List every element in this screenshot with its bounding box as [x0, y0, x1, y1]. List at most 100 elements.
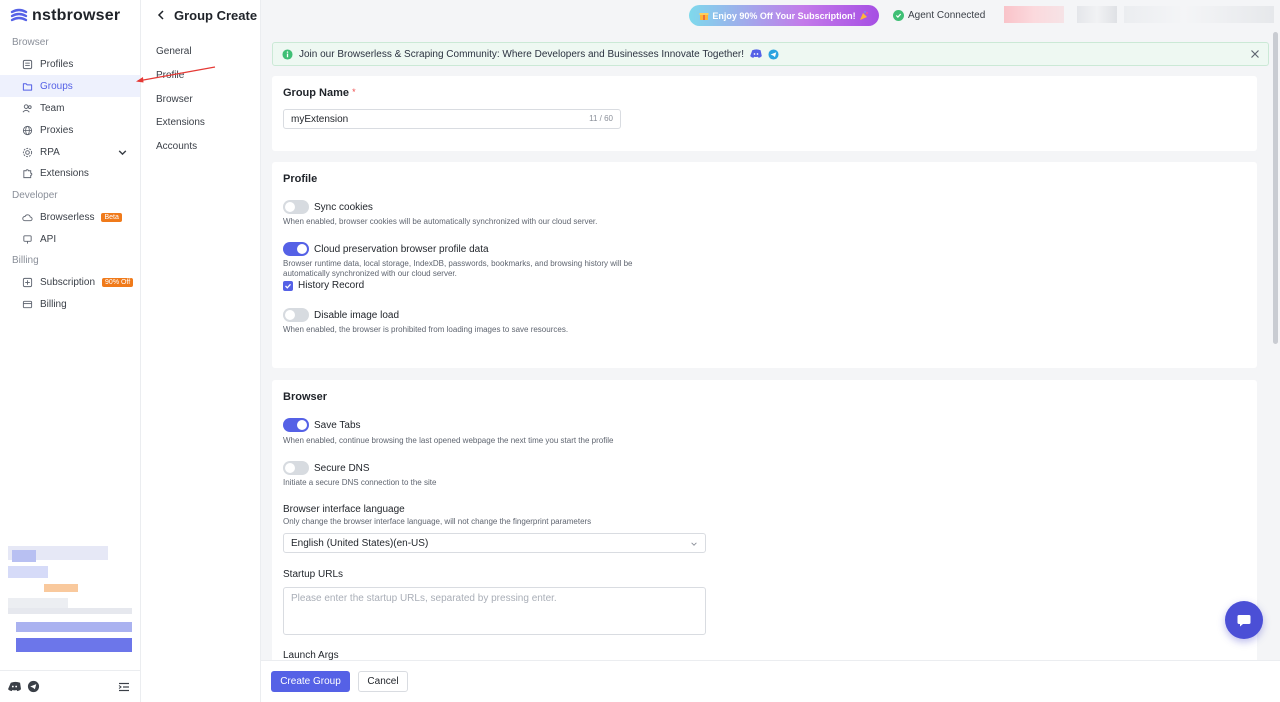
- sidebar-item-profiles[interactable]: Profiles: [0, 53, 140, 75]
- gift-icon: [699, 12, 709, 20]
- discord-icon[interactable]: [8, 680, 21, 693]
- check-circle-icon: [893, 9, 904, 21]
- language-label: Browser interface language: [283, 504, 405, 515]
- sidebar-item-rpa[interactable]: RPA: [0, 141, 140, 163]
- logo-icon: [10, 8, 28, 22]
- profile-card: Profile Sync cookies When enabled, brows…: [272, 162, 1257, 368]
- subscription-icon: [22, 277, 33, 287]
- beta-badge: Beta: [101, 212, 122, 222]
- sync-cookies-label: Sync cookies: [314, 201, 373, 213]
- profile-icon: [22, 59, 33, 69]
- logo-text: nstbrowser: [32, 7, 121, 24]
- sidebar-item-extensions[interactable]: Extensions: [0, 162, 140, 184]
- secure-dns-row: Secure DNS: [283, 461, 370, 475]
- secure-dns-toggle[interactable]: [283, 461, 309, 475]
- sidebar-item-label: Subscription: [40, 276, 96, 288]
- cloud-preservation-desc-line2: automatically synchronized with our clou…: [283, 269, 457, 278]
- char-counter: 11 / 60: [589, 114, 613, 123]
- cloud-preservation-desc: Browser runtime data, local storage, Ind…: [283, 259, 633, 279]
- sidebar-item-subscription[interactable]: Subscription 90% Off: [0, 271, 140, 293]
- subnav-accounts[interactable]: Accounts: [156, 141, 197, 152]
- create-group-button[interactable]: Create Group: [271, 671, 350, 692]
- sidebar-item-api[interactable]: API: [0, 228, 140, 250]
- group-name-card: Group Name * myExtension 11 / 60: [272, 76, 1257, 151]
- section-subnav: General Profile Browser Extensions Accou…: [141, 0, 261, 702]
- back-arrow-icon[interactable]: [155, 9, 167, 21]
- group-name-input[interactable]: myExtension 11 / 60: [283, 109, 621, 129]
- startup-urls-textarea[interactable]: Please enter the startup URLs, separated…: [283, 587, 706, 635]
- collapse-menu-icon[interactable]: [118, 681, 130, 693]
- close-icon[interactable]: [1250, 49, 1260, 59]
- save-tabs-toggle[interactable]: [283, 418, 309, 432]
- billing-icon: [22, 300, 33, 308]
- secure-dns-label: Secure DNS: [314, 462, 370, 474]
- cancel-button[interactable]: Cancel: [358, 671, 408, 692]
- discount-badge: 90% Off: [102, 277, 134, 287]
- sync-cookies-row: Sync cookies: [283, 200, 373, 214]
- history-record-checkbox[interactable]: [283, 280, 293, 291]
- logo[interactable]: nstbrowser: [10, 6, 120, 26]
- group-name-label: Group Name *: [283, 87, 356, 99]
- sidebar-item-proxies[interactable]: Proxies: [0, 119, 140, 141]
- profile-section-title: Profile: [283, 173, 318, 185]
- cloud-preservation-toggle[interactable]: [283, 242, 309, 256]
- discord-icon[interactable]: [750, 49, 762, 59]
- cloud-icon: [22, 213, 33, 221]
- sidebar-item-browserless[interactable]: Browserless Beta: [0, 206, 140, 228]
- promo-banner[interactable]: Enjoy 90% Off Your Subscription!: [689, 5, 879, 26]
- telegram-icon[interactable]: [768, 48, 779, 60]
- secure-dns-desc: Initiate a secure DNS connection to the …: [283, 478, 437, 487]
- disable-image-desc: When enabled, the browser is prohibited …: [283, 325, 569, 334]
- sidebar-item-label: Team: [40, 102, 65, 114]
- history-record-label: History Record: [298, 280, 365, 291]
- party-popper-icon: [859, 10, 868, 20]
- blurred-header-item: [1077, 6, 1117, 23]
- section-label-billing: Billing: [12, 255, 39, 266]
- sidebar-item-groups[interactable]: Groups: [0, 75, 140, 97]
- save-tabs-desc: When enabled, continue browsing the last…: [283, 436, 614, 445]
- group-name-label-text: Group Name: [283, 87, 350, 99]
- sidebar-item-label: RPA: [40, 146, 60, 158]
- agent-status: Agent Connected: [893, 6, 985, 24]
- sidebar-item-label: API: [40, 233, 57, 245]
- history-record-row: History Record: [283, 280, 364, 291]
- team-icon: [22, 103, 32, 112]
- sidebar-item-label: Billing: [40, 298, 67, 310]
- annotation-arrow: [136, 66, 216, 83]
- sidebar-item-label: Groups: [40, 80, 73, 92]
- language-desc: Only change the browser interface langua…: [283, 517, 592, 526]
- subnav-browser[interactable]: Browser: [156, 94, 193, 105]
- subnav-extensions[interactable]: Extensions: [156, 117, 205, 128]
- chevron-down-icon[interactable]: [117, 147, 128, 158]
- agent-status-text: Agent Connected: [908, 9, 986, 21]
- sidebar-item-label: Profiles: [40, 58, 74, 70]
- sidebar-item-billing[interactable]: Billing: [0, 293, 140, 315]
- sidebar-item-label: Browserless: [40, 211, 95, 223]
- sidebar: nstbrowser Browser Profiles Groups Team …: [0, 0, 141, 702]
- language-select[interactable]: English (United States)(en-US): [283, 533, 706, 553]
- group-name-value: myExtension: [291, 113, 349, 125]
- save-tabs-row: Save Tabs: [283, 418, 361, 432]
- chat-button[interactable]: [1225, 601, 1263, 639]
- api-icon: [23, 234, 32, 244]
- globe-icon: [22, 125, 33, 135]
- browser-card: Browser Save Tabs When enabled, continue…: [272, 380, 1257, 702]
- cloud-preservation-row: Cloud preservation browser profile data: [283, 242, 489, 256]
- scrollbar[interactable]: [1273, 32, 1278, 344]
- startup-urls-label: Startup URLs: [283, 569, 344, 580]
- save-tabs-label: Save Tabs: [314, 419, 361, 431]
- sync-cookies-toggle[interactable]: [283, 200, 309, 214]
- browser-section-title: Browser: [283, 391, 328, 403]
- sidebar-item-label: Extensions: [40, 167, 89, 179]
- blurred-header-item: [1124, 6, 1274, 23]
- banner-text: Join our Browserless & Scraping Communit…: [299, 48, 745, 60]
- disable-image-toggle[interactable]: [283, 308, 309, 322]
- subnav-general[interactable]: General: [156, 46, 192, 57]
- sync-cookies-desc: When enabled, browser cookies will be au…: [283, 217, 598, 226]
- sidebar-item-team[interactable]: Team: [0, 97, 140, 119]
- form-footer: Create Group Cancel: [261, 660, 1280, 702]
- telegram-icon[interactable]: [27, 680, 40, 693]
- promo-text: Enjoy 90% Off Your Subscription!: [712, 10, 856, 21]
- cloud-preservation-desc-line1: Browser runtime data, local storage, Ind…: [283, 259, 633, 268]
- rpa-icon: [22, 147, 33, 157]
